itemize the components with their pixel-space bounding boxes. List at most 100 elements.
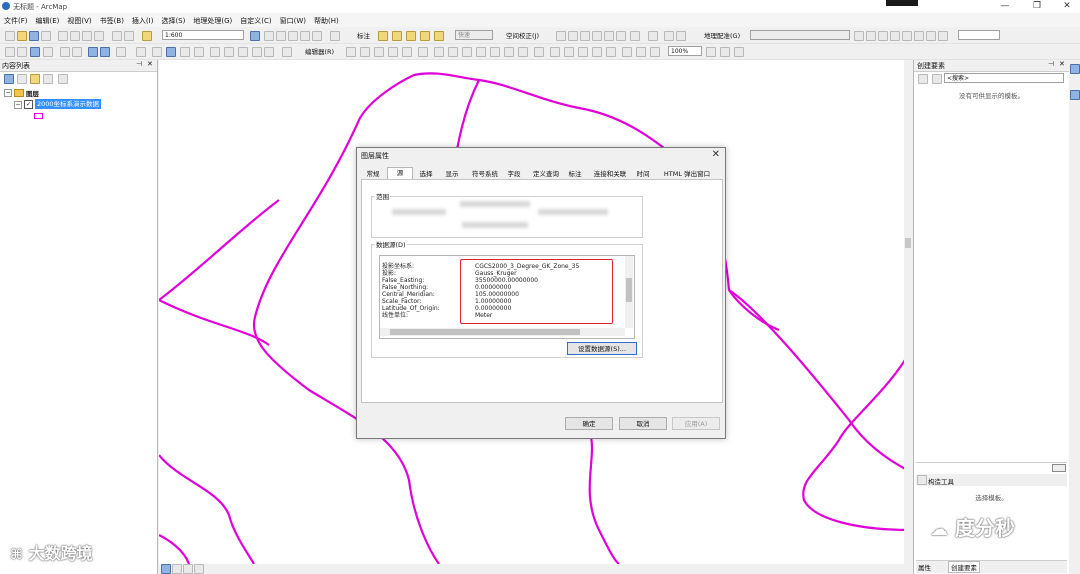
layer-name-selected[interactable]: 2000坐标系演示数据 [35, 99, 102, 109]
multiple-displacement-icon[interactable] [592, 31, 602, 41]
georef-input-field[interactable] [958, 30, 1000, 40]
datasource-vscrollbar[interactable] [625, 256, 633, 328]
create-features-icon[interactable] [534, 47, 544, 57]
time-slider-icon[interactable] [264, 47, 274, 57]
panel-close-icon[interactable]: ✕ [1059, 60, 1065, 68]
add-control-points-icon[interactable] [890, 31, 900, 41]
list-by-selection-icon[interactable] [43, 74, 53, 84]
catalog-icon[interactable] [276, 31, 286, 41]
panel-pin-icon[interactable]: ⊣ [1048, 60, 1054, 68]
zoom-in-icon[interactable] [5, 47, 15, 57]
maximize-button[interactable]: ❐ [1022, 0, 1052, 13]
apply-button[interactable]: 应用(A) [672, 417, 720, 430]
ok-button[interactable]: 确定 [565, 417, 613, 430]
scale-icon[interactable] [878, 31, 888, 41]
group-collapse-toggle[interactable]: − [4, 89, 12, 97]
tab-display[interactable]: 显示 [441, 169, 463, 179]
fixed-zoom-out-icon[interactable] [72, 47, 82, 57]
menu-windows[interactable]: 窗口(W) [276, 13, 310, 26]
tab-time[interactable]: 时间 [633, 169, 653, 179]
paste-icon[interactable] [82, 31, 92, 41]
attributes-icon[interactable] [504, 47, 514, 57]
panel-splitter[interactable] [916, 462, 1067, 472]
close-button[interactable]: ✕ [1052, 0, 1080, 13]
spatial-adjustment-menu[interactable]: 空间校正(J) [506, 30, 539, 42]
cut-icon[interactable] [58, 31, 68, 41]
select-features-icon[interactable] [116, 47, 126, 57]
toc-options-icon[interactable] [58, 74, 68, 84]
model-builder-icon[interactable] [330, 31, 340, 41]
tab-create-features[interactable]: 创建要素 [948, 561, 980, 573]
identify-icon[interactable] [166, 47, 176, 57]
create-viewer-icon[interactable] [282, 47, 292, 57]
georef-layer-combo[interactable] [750, 30, 850, 40]
reshape-icon[interactable] [448, 47, 458, 57]
search-dock-icon[interactable] [1070, 90, 1080, 100]
pan-hand-icon[interactable] [30, 47, 40, 57]
pause-drawing-icon[interactable] [194, 564, 204, 574]
layout-fixed-zoom-in-icon[interactable] [622, 47, 632, 57]
layer-symbol-swatch[interactable] [34, 113, 43, 119]
python-icon[interactable] [312, 31, 322, 41]
datasource-hscrollbar[interactable] [380, 328, 625, 336]
find-route-icon[interactable] [238, 47, 248, 57]
layer-visibility-checkbox[interactable]: ✓ [24, 100, 33, 109]
open-folder-icon[interactable] [17, 31, 27, 41]
rotate-tool-icon[interactable] [490, 47, 500, 57]
copy-icon[interactable] [70, 31, 80, 41]
tab-general[interactable]: 常规 [362, 169, 384, 179]
find-binoculars-icon[interactable] [224, 47, 234, 57]
minimize-button[interactable]: — [990, 0, 1020, 13]
new-document-icon[interactable] [5, 31, 15, 41]
tab-html-popup[interactable]: HTML 弹出窗口 [657, 169, 717, 179]
label-weight-icon[interactable] [406, 31, 416, 41]
list-by-drawing-order-icon[interactable] [4, 74, 14, 84]
data-view-icon[interactable] [161, 564, 171, 574]
map-scroll-thumb[interactable] [905, 238, 911, 248]
fixed-zoom-in-icon[interactable] [60, 47, 70, 57]
straight-segment-icon[interactable] [374, 47, 384, 57]
new-identity-link-icon[interactable] [604, 31, 614, 41]
layout-zoom-combo[interactable]: 100% [668, 46, 702, 56]
georeferencing-menu[interactable]: 地理配准(G) [704, 30, 740, 42]
back-arrow-icon[interactable] [88, 47, 98, 57]
redo-icon[interactable] [124, 31, 134, 41]
tab-joins-relates[interactable]: 连接和关联 [589, 169, 631, 179]
filter-icon[interactable] [932, 74, 942, 84]
cancel-button[interactable]: 取消 [619, 417, 667, 430]
map-scale-combo[interactable]: 1:600 [162, 30, 244, 40]
editor-menu[interactable]: 编辑器(R) [305, 46, 334, 58]
change-layout-icon[interactable] [734, 47, 744, 57]
menu-edit[interactable]: 编辑(E) [32, 13, 64, 26]
select-elements-icon[interactable] [556, 31, 566, 41]
tab-attributes[interactable]: 属性 [918, 562, 931, 572]
georef-viewer-icon[interactable] [938, 31, 948, 41]
edit-vertices-icon[interactable] [434, 47, 444, 57]
georef-auto-icon[interactable] [926, 31, 936, 41]
full-extent-icon[interactable] [43, 47, 53, 57]
attribute-transfer-icon[interactable] [676, 31, 686, 41]
rotate-icon[interactable] [854, 31, 864, 41]
georef-flip-icon[interactable] [914, 31, 924, 41]
tab-labels[interactable]: 标注 [565, 169, 585, 179]
go-back-extent-icon[interactable] [650, 47, 660, 57]
label-priority-icon[interactable] [392, 31, 402, 41]
toc-pin-icon[interactable]: ⊣ [136, 60, 142, 68]
datasource-hscroll-thumb[interactable] [390, 329, 580, 335]
layout-view-icon[interactable] [172, 564, 182, 574]
menu-insert[interactable]: 插入(I) [128, 13, 158, 26]
label-manager-icon[interactable] [378, 31, 388, 41]
layout-pan-icon[interactable] [578, 47, 588, 57]
layout-zoom-in-icon[interactable] [550, 47, 560, 57]
cut-polygons-icon[interactable] [462, 47, 472, 57]
menu-help[interactable]: 帮助(H) [310, 13, 343, 26]
tab-definition-query[interactable]: 定义查询 [529, 169, 563, 179]
edit-annotation-icon[interactable] [360, 47, 370, 57]
catalog-dock-icon[interactable] [1070, 64, 1080, 74]
html-popup-icon[interactable] [194, 47, 204, 57]
toc-close-icon[interactable]: ✕ [147, 60, 153, 68]
view-unplaced-icon[interactable] [434, 31, 444, 41]
go-to-xy-icon[interactable] [252, 47, 262, 57]
template-search-input[interactable]: <搜索> [944, 73, 1064, 83]
undo-icon[interactable] [112, 31, 122, 41]
